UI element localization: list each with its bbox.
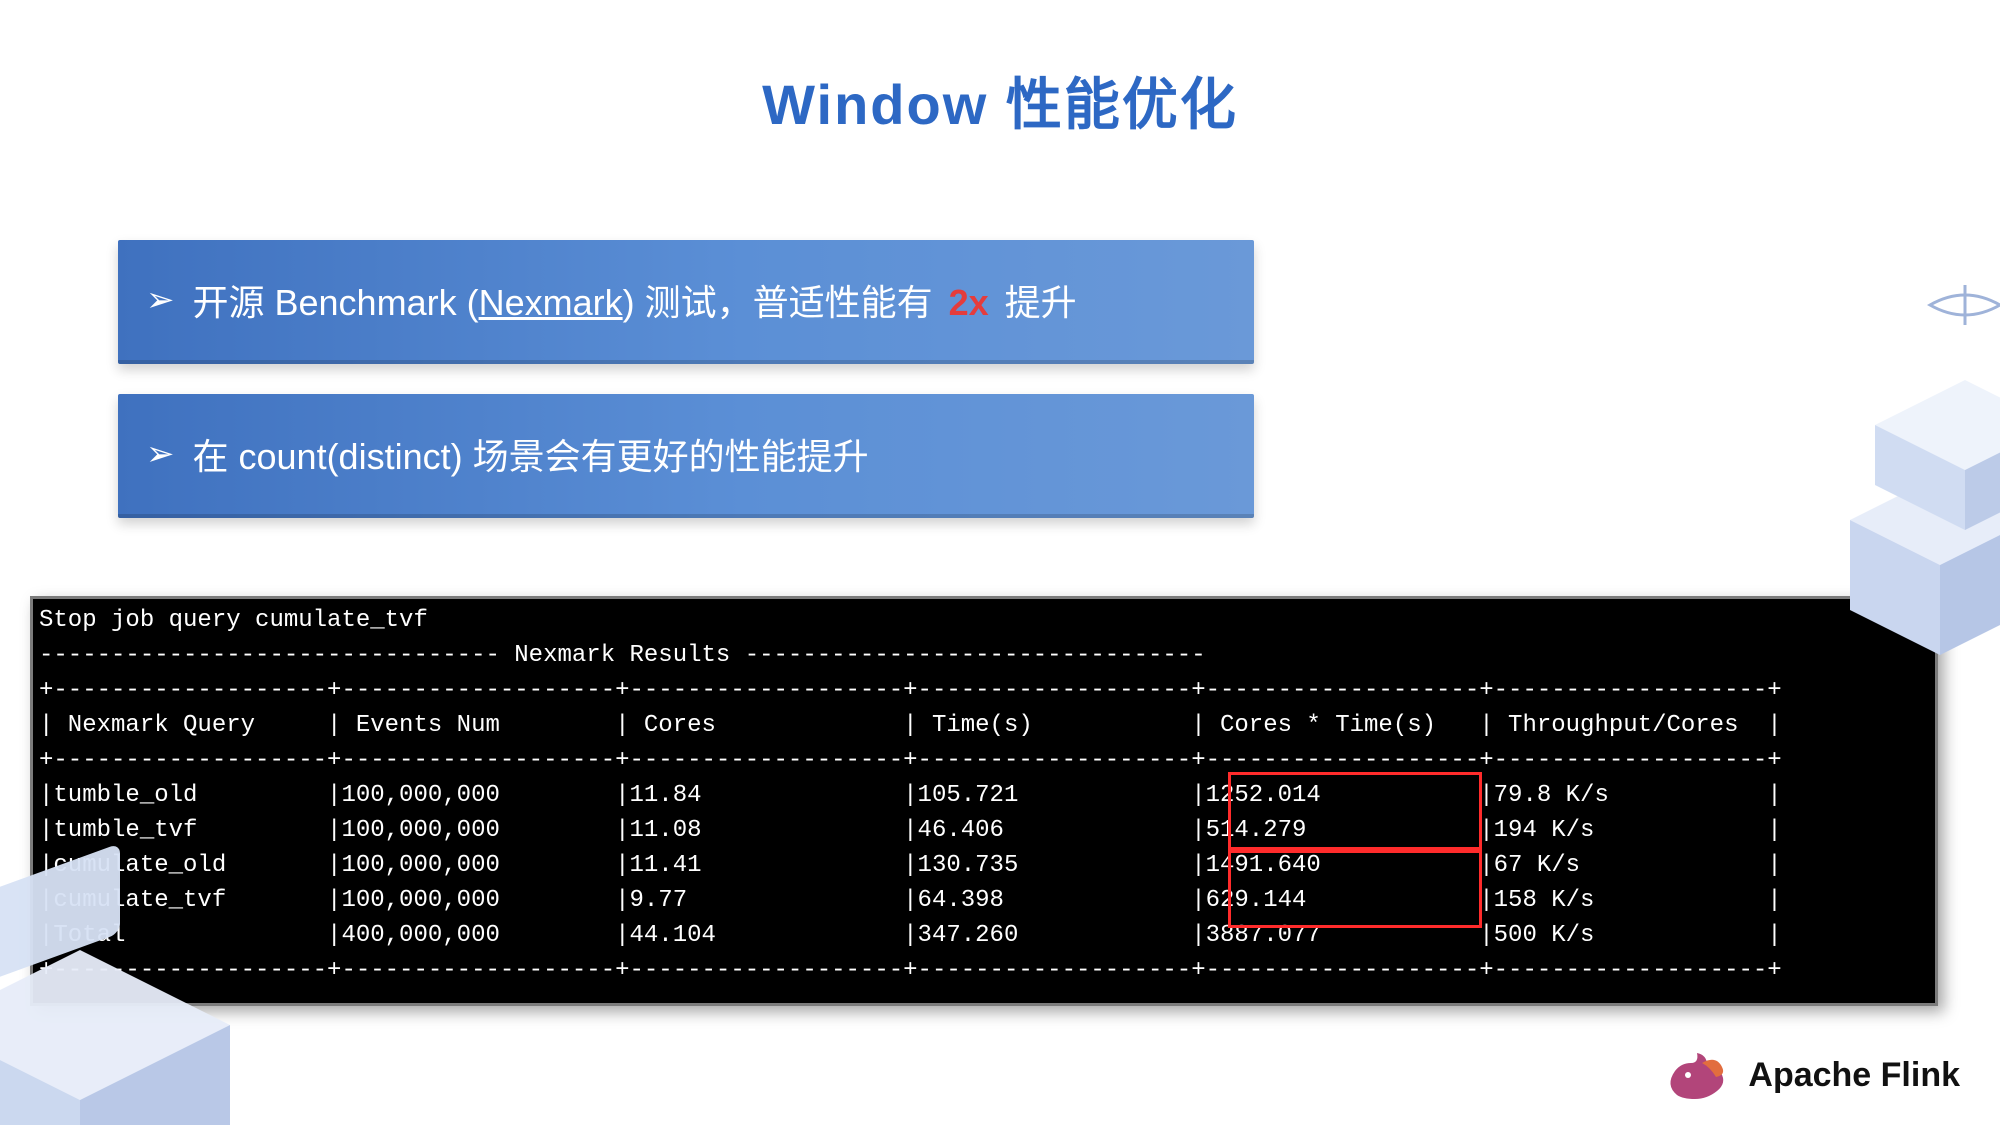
terminal-line: | Nexmark Query | Events Num | Cores | T… [33,708,1935,743]
apache-flink-logo: Apache Flink [1662,1045,1960,1105]
bullet1-suffix: 提升 [995,282,1077,323]
terminal-line: -------------------------------- Nexmark… [33,638,1935,673]
decorative-cube-icon [1730,260,2000,680]
decorative-cube-icon [0,765,320,1125]
squirrel-icon [1662,1045,1730,1105]
bullet-benchmark: ➢ 开源 Benchmark (Nexmark) 测试，普适性能有 2x 提升 [118,240,1254,364]
slide-title: Window 性能优化 [0,60,2000,141]
slide: Window 性能优化 ➢ 开源 Benchmark (Nexmark) 测试，… [0,0,2000,1125]
nexmark-link[interactable]: Nexmark [479,282,623,323]
logo-text: Apache Flink [1748,1056,1960,1095]
bullet1-prefix: 开源 Benchmark ( [193,282,479,323]
bullet1-mid: ) 测试，普适性能有 [623,282,943,323]
bullet-countdistinct: ➢ 在 count(distinct) 场景会有更好的性能提升 [118,394,1254,518]
bullet1-text: 开源 Benchmark (Nexmark) 测试，普适性能有 2x 提升 [193,274,1077,326]
bullet2-text: 在 count(distinct) 场景会有更好的性能提升 [193,428,869,480]
bullet-arrow-icon: ➢ [146,280,175,320]
terminal-line: +-------------------+-------------------… [33,673,1935,708]
bullet-arrow-icon: ➢ [146,434,175,474]
bullet1-2x: 2x [949,282,989,323]
terminal-line: Stop job query cumulate_tvf [33,603,1935,638]
